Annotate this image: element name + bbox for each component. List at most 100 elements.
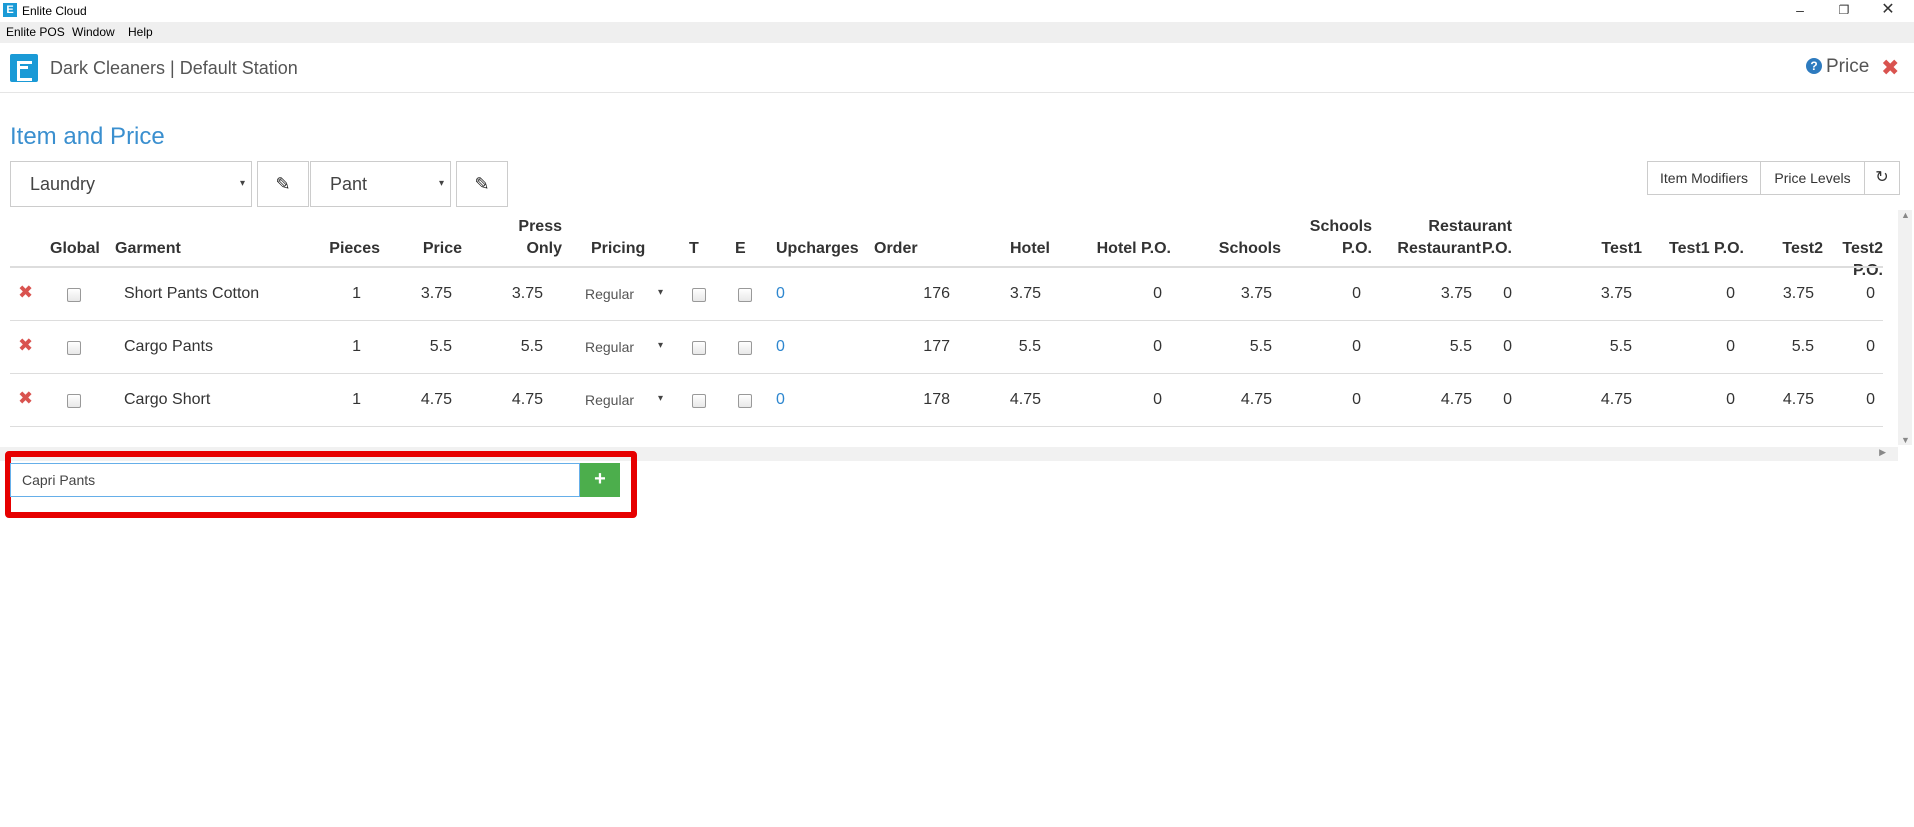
edit-type-button[interactable]: ✎ (456, 161, 508, 207)
restaurant-po-value[interactable]: 0 (1410, 285, 1512, 303)
garment-type-value: Pant (330, 174, 368, 194)
hotel-value[interactable]: 5.5 (970, 338, 1041, 356)
app-logo-icon: E (3, 3, 17, 17)
hotel-po-value[interactable]: 0 (1050, 338, 1162, 356)
pieces-value[interactable]: 1 (310, 338, 361, 356)
restore-icon[interactable]: ❐ (1822, 0, 1866, 22)
test1-po-value[interactable]: 0 (1640, 285, 1735, 303)
test1-value[interactable]: 3.75 (1550, 285, 1632, 303)
refresh-button[interactable]: ↻ (1864, 161, 1900, 195)
header-press-only-line1: Press (518, 218, 562, 235)
order-value[interactable]: 177 (890, 338, 950, 356)
garment-name[interactable]: Cargo Pants (124, 338, 213, 356)
e-checkbox[interactable] (738, 288, 752, 302)
upcharges-link[interactable]: 0 (776, 338, 785, 356)
test2-po-value[interactable]: 0 (1820, 338, 1875, 356)
pricing-value: Regular (585, 286, 635, 302)
help-label: Price (1826, 56, 1870, 77)
plus-icon: + (594, 468, 606, 490)
hotel-po-value[interactable]: 0 (1050, 285, 1162, 303)
window-title: Enlite Cloud (22, 4, 87, 18)
price-value[interactable]: 4.75 (410, 391, 452, 409)
test1-value[interactable]: 4.75 (1550, 391, 1632, 409)
t-checkbox[interactable] (692, 394, 706, 408)
pieces-value[interactable]: 1 (310, 285, 361, 303)
window-titlebar: E Enlite Cloud – ❐ ✕ (0, 0, 1914, 22)
menu-enlite-pos[interactable]: Enlite POS (6, 25, 65, 39)
price-value[interactable]: 3.75 (410, 285, 452, 303)
pricing-select[interactable]: Regular ▾ (585, 286, 663, 302)
pieces-value[interactable]: 1 (310, 391, 361, 409)
t-checkbox[interactable] (692, 341, 706, 355)
station-title: Dark Cleaners | Default Station (50, 58, 298, 78)
test2-value[interactable]: 5.5 (1730, 338, 1814, 356)
pricing-value: Regular (585, 339, 635, 355)
garment-name[interactable]: Cargo Short (124, 391, 210, 409)
press-only-value[interactable]: 4.75 (500, 391, 543, 409)
category-select[interactable]: Laundry ▾ (10, 161, 252, 207)
schools-po-value[interactable]: 0 (1250, 338, 1361, 356)
hotel-po-value[interactable]: 0 (1050, 391, 1162, 409)
order-value[interactable]: 178 (890, 391, 950, 409)
price-levels-button[interactable]: Price Levels (1760, 161, 1865, 195)
scroll-right-icon[interactable]: ▶ (1879, 447, 1886, 458)
new-garment-input[interactable] (10, 463, 580, 497)
pricing-value: Regular (585, 392, 635, 408)
pricing-select[interactable]: Regular ▾ (585, 339, 663, 355)
price-help-link[interactable]: ? Price (1806, 56, 1869, 78)
restaurant-po-value[interactable]: 0 (1410, 391, 1512, 409)
e-checkbox[interactable] (738, 341, 752, 355)
close-icon[interactable]: ✖ (1881, 55, 1899, 81)
e-checkbox[interactable] (738, 394, 752, 408)
pencil-icon: ✎ (275, 174, 291, 194)
restaurant-po-value[interactable]: 0 (1410, 338, 1512, 356)
press-only-value[interactable]: 5.5 (500, 338, 543, 356)
hotel-value[interactable]: 3.75 (970, 285, 1041, 303)
delete-row-icon[interactable]: ✖ (18, 282, 33, 303)
global-checkbox[interactable] (67, 394, 81, 408)
scroll-down-icon[interactable]: ▼ (1901, 435, 1910, 445)
global-checkbox[interactable] (67, 288, 81, 302)
test2-value[interactable]: 3.75 (1730, 285, 1814, 303)
schools-po-value[interactable]: 0 (1250, 285, 1361, 303)
test2-po-value[interactable]: 0 (1820, 391, 1875, 409)
price-table: Global Garment Pieces Price Press Only P… (10, 210, 1883, 445)
upcharges-link[interactable]: 0 (776, 285, 785, 303)
vertical-scrollbar[interactable]: ▲ ▼ (1898, 210, 1912, 445)
item-modifiers-button[interactable]: Item Modifiers (1647, 161, 1761, 195)
header-restaurant-po-line2: P.O. (1482, 240, 1512, 257)
order-value[interactable]: 176 (890, 285, 950, 303)
scroll-up-icon[interactable]: ▲ (1901, 210, 1910, 220)
chevron-down-icon: ▾ (239, 178, 245, 189)
delete-row-icon[interactable]: ✖ (18, 388, 33, 409)
garment-name[interactable]: Short Pants Cotton (124, 285, 259, 303)
pricing-select[interactable]: Regular ▾ (585, 392, 663, 408)
upcharges-link[interactable]: 0 (776, 391, 785, 409)
edit-category-button[interactable]: ✎ (257, 161, 309, 207)
global-checkbox[interactable] (67, 341, 81, 355)
press-only-value[interactable]: 3.75 (500, 285, 543, 303)
chevron-down-icon: ▾ (658, 393, 664, 404)
test2-value[interactable]: 4.75 (1730, 391, 1814, 409)
menu-window[interactable]: Window (72, 25, 115, 39)
test1-po-value[interactable]: 0 (1640, 338, 1735, 356)
test1-value[interactable]: 5.5 (1550, 338, 1632, 356)
table-row: ✖ Cargo Pants 1 5.5 5.5 Regular ▾ 0 177 … (10, 321, 1883, 374)
test2-po-value[interactable]: 0 (1820, 285, 1875, 303)
header-press-only-line2: Only (526, 240, 562, 257)
table-row: ✖ Short Pants Cotton 1 3.75 3.75 Regular… (10, 268, 1883, 321)
window-close-icon[interactable]: ✕ (1866, 0, 1910, 22)
hotel-value[interactable]: 4.75 (970, 391, 1041, 409)
price-value[interactable]: 5.5 (410, 338, 452, 356)
minimize-icon[interactable]: – (1778, 0, 1822, 22)
chevron-down-icon: ▾ (658, 287, 664, 298)
test1-po-value[interactable]: 0 (1640, 391, 1735, 409)
add-garment-button[interactable]: + (580, 463, 620, 497)
delete-row-icon[interactable]: ✖ (18, 335, 33, 356)
question-circle-icon: ? (1806, 58, 1822, 74)
garment-type-select[interactable]: Pant ▾ (310, 161, 451, 207)
t-checkbox[interactable] (692, 288, 706, 302)
schools-po-value[interactable]: 0 (1250, 391, 1361, 409)
category-select-value: Laundry (30, 174, 96, 194)
menu-help[interactable]: Help (128, 25, 153, 39)
